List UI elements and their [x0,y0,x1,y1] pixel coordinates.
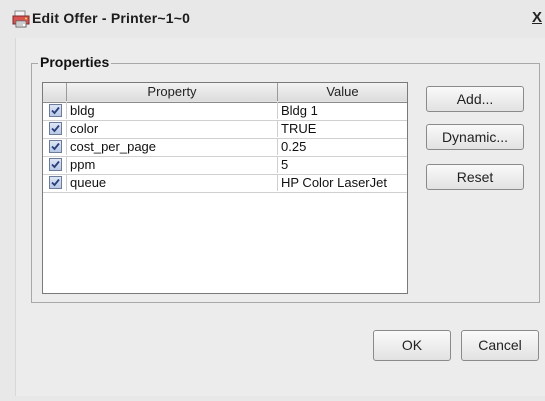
property-cell[interactable]: cost_per_page [67,138,278,155]
check-cell [43,138,67,155]
ok-button[interactable]: OK [373,330,451,361]
row-checkbox[interactable] [49,104,62,117]
row-checkbox[interactable] [49,158,62,171]
table-row[interactable]: queue HP Color LaserJet [43,174,407,193]
reset-button[interactable]: Reset [426,164,524,190]
check-cell [43,102,67,119]
value-cell[interactable]: 5 [278,156,407,173]
value-cell[interactable]: Bldg 1 [278,102,407,119]
property-cell[interactable]: color [67,120,278,137]
checkmark-icon [51,106,60,115]
properties-group-title: Properties [38,54,112,70]
table-row[interactable]: color TRUE [43,120,407,139]
check-cell [43,156,67,173]
value-cell[interactable]: HP Color LaserJet [278,174,407,191]
title-bar: Edit Offer - Printer~1~0 X [0,0,545,38]
property-cell[interactable]: bldg [67,102,278,119]
table-header: Property Value [43,83,407,103]
table-row[interactable]: ppm 5 [43,156,407,175]
row-checkbox[interactable] [49,176,62,189]
value-cell[interactable]: 0.25 [278,138,407,155]
checkmark-icon [51,160,60,169]
value-cell[interactable]: TRUE [278,120,407,137]
property-cell[interactable]: queue [67,174,278,191]
add-button[interactable]: Add... [426,86,524,112]
cancel-button[interactable]: Cancel [461,330,539,361]
checkmark-icon [51,142,60,151]
table-row[interactable]: bldg Bldg 1 [43,102,407,121]
properties-table[interactable]: Property Value bldg Bldg 1 color TRUE co… [42,82,408,294]
checkmark-icon [51,178,60,187]
printer-app-icon [12,10,30,28]
row-checkbox[interactable] [49,122,62,135]
column-header-check[interactable] [43,83,67,101]
column-header-value[interactable]: Value [278,83,407,101]
dynamic-button[interactable]: Dynamic... [426,124,524,150]
checkmark-icon [51,124,60,133]
table-row[interactable]: cost_per_page 0.25 [43,138,407,157]
check-cell [43,120,67,137]
property-cell[interactable]: ppm [67,156,278,173]
check-cell [43,174,67,191]
close-button[interactable]: X [529,8,545,28]
column-header-property[interactable]: Property [67,83,278,101]
window-title: Edit Offer - Printer~1~0 [32,10,191,26]
row-checkbox[interactable] [49,140,62,153]
